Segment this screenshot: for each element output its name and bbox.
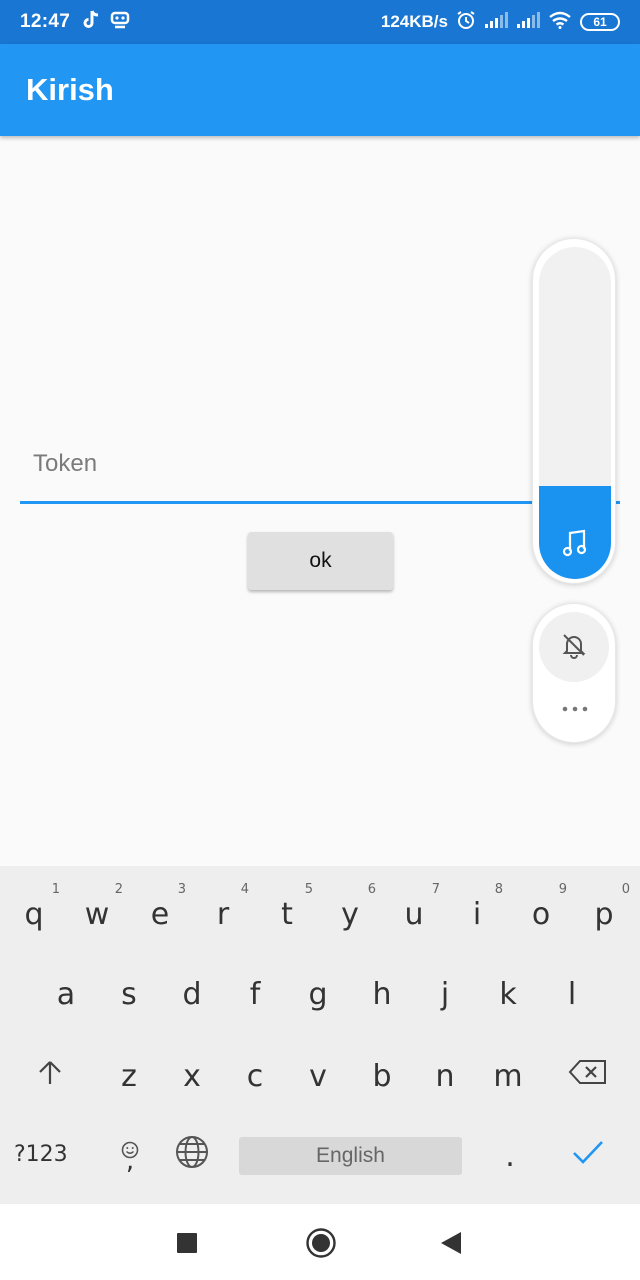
alarm-icon <box>456 10 476 35</box>
key-b[interactable]: b <box>350 1050 414 1102</box>
key-p[interactable]: 0p <box>572 882 636 940</box>
key-hint: 5 <box>304 882 313 897</box>
key-hint: 9 <box>558 882 567 897</box>
bell-off-icon <box>560 631 588 664</box>
key-hint: 2 <box>114 882 123 897</box>
key-label: y <box>341 896 359 932</box>
token-input[interactable]: Token <box>20 436 620 504</box>
signal-icon <box>516 11 540 33</box>
checkmark-icon <box>571 1138 605 1174</box>
key-f[interactable]: f <box>223 968 287 1020</box>
key-a[interactable]: a <box>34 968 98 1020</box>
period-key[interactable]: . <box>478 1132 542 1180</box>
ok-button[interactable]: ok <box>248 532 393 590</box>
page-title: Kirish <box>26 72 114 107</box>
key-e[interactable]: 3e <box>128 882 192 940</box>
key-hint: 8 <box>494 882 503 897</box>
key-z[interactable]: z <box>97 1050 161 1102</box>
key-l[interactable]: l <box>540 968 604 1020</box>
status-time: 12:47 <box>20 11 71 32</box>
key-label: p <box>594 896 614 932</box>
backspace-icon <box>568 1058 608 1094</box>
music-note-icon <box>539 529 611 557</box>
ringer-toggle-button[interactable] <box>539 612 609 682</box>
key-m[interactable]: m <box>476 1050 540 1102</box>
key-hint: 1 <box>51 882 60 897</box>
language-key[interactable] <box>160 1132 224 1180</box>
key-label: r <box>216 896 230 932</box>
recents-icon[interactable] <box>177 1233 197 1258</box>
key-hint: 7 <box>431 882 440 897</box>
key-y[interactable]: 6y <box>318 882 382 940</box>
shift-key[interactable] <box>18 1050 82 1102</box>
done-key[interactable] <box>556 1132 620 1180</box>
key-s[interactable]: s <box>97 968 161 1020</box>
ringer-panel <box>532 603 616 743</box>
key-d[interactable]: d <box>160 968 224 1020</box>
key-u[interactable]: 7u <box>382 882 446 940</box>
key-label: u <box>404 896 424 932</box>
key-hint: 3 <box>177 882 186 897</box>
key-hint: 6 <box>367 882 376 897</box>
comma-label: , <box>125 1146 135 1176</box>
key-h[interactable]: h <box>350 968 414 1020</box>
key-k[interactable]: k <box>476 968 540 1020</box>
globe-icon <box>174 1134 210 1178</box>
key-label: q <box>24 896 44 932</box>
net-speed: 124KB/s <box>380 12 448 31</box>
key-v[interactable]: v <box>286 1050 350 1102</box>
volume-panel <box>532 238 616 584</box>
emoji-comma-key[interactable]: , <box>98 1132 162 1180</box>
key-hint: 0 <box>621 882 630 897</box>
key-j[interactable]: j <box>413 968 477 1020</box>
key-label: i <box>472 896 482 932</box>
keyboard: 1q 2w 3e 4r 5t 6y 7u 8i 9o 0p a s d f g … <box>0 866 640 1204</box>
backspace-key[interactable] <box>556 1050 620 1102</box>
volume-slider[interactable] <box>539 247 611 579</box>
key-q[interactable]: 1q <box>2 882 66 940</box>
key-g[interactable]: g <box>286 968 350 1020</box>
app-notification-icon <box>110 11 130 34</box>
tiktok-icon <box>82 9 100 35</box>
home-icon[interactable] <box>305 1227 337 1264</box>
key-x[interactable]: x <box>160 1050 224 1102</box>
key-w[interactable]: 2w <box>65 882 129 940</box>
key-hint: 4 <box>240 882 249 897</box>
key-c[interactable]: c <box>223 1050 287 1102</box>
space-key[interactable]: English <box>239 1137 462 1175</box>
more-icon <box>561 700 589 718</box>
shift-arrow-icon <box>36 1058 64 1094</box>
key-label: e <box>150 896 170 932</box>
key-i[interactable]: 8i <box>445 882 509 940</box>
key-label: w <box>84 896 110 932</box>
key-label: t <box>281 896 293 932</box>
signal-icon <box>484 11 508 33</box>
app-bar: Kirish <box>0 44 640 136</box>
symbols-key[interactable]: ?123 <box>14 1142 68 1167</box>
more-options-button[interactable] <box>533 694 617 724</box>
wifi-icon <box>548 11 572 34</box>
battery-indicator: 61 <box>580 13 620 31</box>
navigation-bar <box>0 1204 640 1280</box>
key-t[interactable]: 5t <box>255 882 319 940</box>
token-placeholder: Token <box>33 450 98 477</box>
status-bar: 12:47 124KB/s 61 <box>0 0 640 44</box>
key-r[interactable]: 4r <box>191 882 255 940</box>
back-icon[interactable] <box>440 1231 462 1260</box>
key-n[interactable]: n <box>413 1050 477 1102</box>
key-label: o <box>531 896 551 932</box>
key-o[interactable]: 9o <box>509 882 573 940</box>
